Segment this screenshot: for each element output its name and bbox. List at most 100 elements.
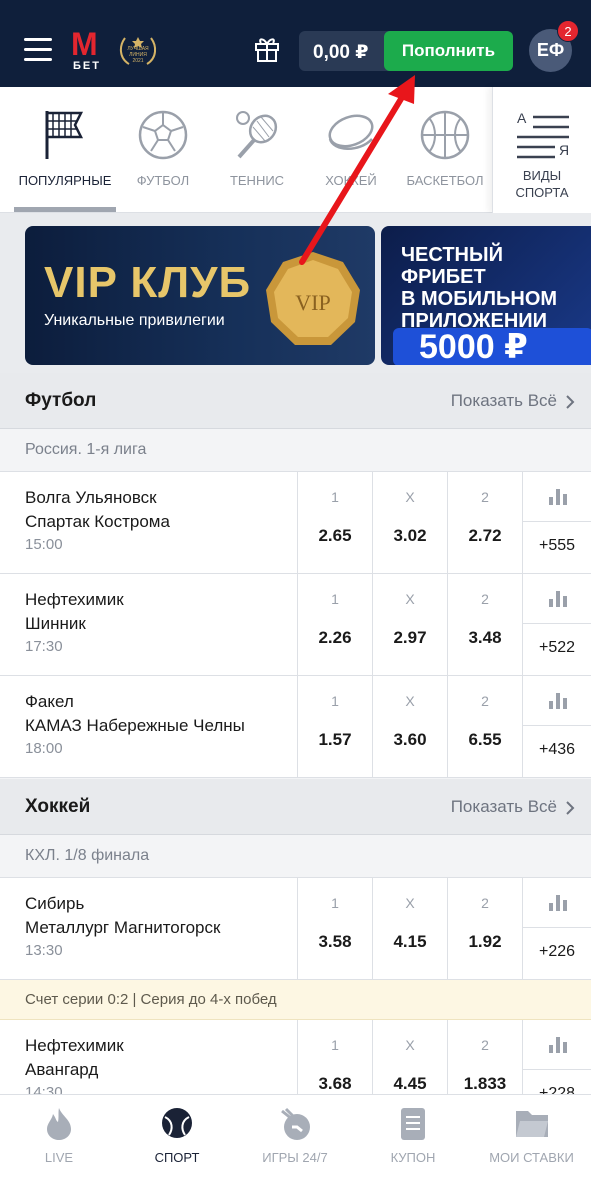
odd-home-button[interactable]: 1 1.57 [297,676,372,777]
odd-away-button[interactable]: 2 3.48 [447,574,522,675]
odd-label: 1 [331,693,339,709]
odd-away-button[interactable]: 2 6.55 [447,676,522,777]
balance-widget[interactable]: 0,00 ₽ Пополнить [299,31,513,71]
nav-sport[interactable]: СПОРТ [118,1095,236,1192]
bar-chart-icon [549,693,567,709]
show-all-link[interactable]: Показать Всё [451,391,557,411]
nav-games[interactable]: ИГРЫ 24/7 [236,1095,354,1192]
tab-tennis[interactable]: ТЕННИС [210,87,304,213]
flame-icon [47,1108,71,1140]
award-text: ЛУЧШАЯ ЛИНИЯ 2021 [127,46,149,64]
team-home: Нефтехимик [25,1036,124,1055]
match-time: 17:30 [25,638,63,655]
notification-badge: 2 [557,20,579,42]
odd-label: 2 [481,693,489,709]
stats-button[interactable] [523,1020,591,1070]
tab-label: ПОПУЛЯРНЫЕ [18,173,112,188]
odd-draw-button[interactable]: X 3.60 [372,676,447,777]
tab-popular[interactable]: ПОПУЛЯРНЫЕ [14,87,116,213]
odd-away-button[interactable]: 2 2.72 [447,472,522,573]
odd-label: 1 [331,489,339,505]
tab-hockey[interactable]: ХОККЕЙ [304,87,398,213]
tab-label: ХОККЕЙ [325,173,377,188]
team-home: Волга Ульяновск [25,488,157,507]
tab-label: БАСКЕТБОЛ [406,173,484,188]
vip-coin-icon: VIP [266,252,360,345]
stats-button[interactable] [523,472,591,522]
nav-my-bets[interactable]: МОИ СТАВКИ [472,1095,591,1192]
freebet-line2: ФРИБЕТ [401,266,486,288]
stats-button[interactable] [523,878,591,928]
nav-coupon[interactable]: КУПОН [354,1095,472,1192]
logo[interactable]: M [71,28,98,60]
team-home: Факел [25,692,74,711]
odd-value: 3.48 [468,628,502,647]
team-home: Сибирь [25,894,85,913]
hockey-puck-icon [328,114,374,150]
topup-button[interactable]: Пополнить [384,31,513,71]
match-row[interactable]: Волга Ульяновск Спартак Кострома 15:00 1… [0,472,591,574]
odd-label: X [405,895,415,911]
odd-value: 2.97 [393,628,427,647]
freebet-banner[interactable]: ЧЕСТНЫЙ ФРИБЕТ В МОБИЛЬНОМ ПРИЛОЖЕНИИ 50… [381,226,591,365]
odd-value: 3.58 [318,932,352,951]
tab-label: ФУТБОЛ [136,173,190,188]
team-away: Металлург Магнитогорск [25,918,221,937]
freebet-text: ЧЕСТНЫЙ ФРИБЕТ В МОБИЛЬНОМ ПРИЛОЖЕНИИ [401,244,557,332]
odd-draw-button[interactable]: X 4.15 [372,878,447,979]
show-all-link[interactable]: Показать Всё [451,797,557,817]
more-markets-button[interactable]: +226 [523,943,591,961]
nav-label: МОИ СТАВКИ [489,1150,574,1165]
sport-ball-icon [162,1108,192,1138]
tab-football[interactable]: ФУТБОЛ [116,87,210,213]
vip-coin-text: VIP [295,290,330,315]
hockey-section-header: Хоккей Показать Всё [0,779,591,835]
coupon-icon [401,1108,425,1140]
odd-away-button[interactable]: 2 1.92 [447,878,522,979]
odd-value: 6.55 [468,730,502,749]
tennis-racket-icon [236,111,278,159]
more-markets-button[interactable]: +436 [523,741,591,759]
odd-home-button[interactable]: 1 2.65 [297,472,372,573]
match-time: 18:00 [25,740,63,757]
nav-label: LIVE [44,1150,74,1165]
sport-kinds-button[interactable]: А Я ВИДЫ СПОРТА [492,87,591,213]
promo-carousel: VIP КЛУБ Уникальные привилегии VIP ЧЕСТН… [0,213,591,373]
tab-basketball[interactable]: БАСКЕТБОЛ [398,87,492,213]
vip-club-banner[interactable]: VIP КЛУБ Уникальные привилегии VIP [25,226,375,365]
active-tab-indicator [14,207,116,212]
odd-value: 1.833 [463,1074,507,1093]
sport-kinds-line1: ВИДЫ [522,168,562,183]
letter-ya: Я [559,142,569,158]
freebet-line1: ЧЕСТНЫЙ [401,244,503,266]
match-extra: +436 [522,676,591,777]
basketball-icon [420,110,470,160]
gift-icon[interactable] [254,35,280,63]
vip-subtitle: Уникальные привилегии [44,312,225,329]
match-row[interactable]: Сибирь Металлург Магнитогорск 13:30 1 3.5… [0,878,591,980]
odd-value: 1.92 [468,932,502,951]
stats-button[interactable] [523,574,591,624]
bottom-nav: LIVE СПОРТ ИГРЫ 24/7 КУПОН МОИ СТАВКИ [0,1094,591,1192]
nav-live[interactable]: LIVE [0,1095,118,1192]
odd-home-button[interactable]: 1 3.58 [297,878,372,979]
freebet-line3: В МОБИЛЬНОМ [401,288,558,310]
more-markets-button[interactable]: +555 [523,537,591,555]
odd-label: 2 [481,895,489,911]
bar-chart-icon [549,591,567,607]
nav-label: ИГРЫ 24/7 [262,1150,328,1165]
match-row[interactable]: Нефтехимик Шинник 17:30 1 2.26 X 2.97 2 3.4… [0,574,591,676]
stats-button[interactable] [523,676,591,726]
letter-a: А [517,110,527,126]
odd-value: 3.02 [393,526,427,545]
odd-draw-button[interactable]: X 3.02 [372,472,447,573]
bar-chart-icon [549,895,567,911]
league-header: КХЛ. 1/8 финала [0,835,591,878]
menu-icon[interactable] [24,38,52,62]
more-markets-button[interactable]: +522 [523,639,591,657]
match-row[interactable]: Факел КАМАЗ Набережные Челны 18:00 1 1.57… [0,676,591,778]
odd-draw-button[interactable]: X 2.97 [372,574,447,675]
odd-home-button[interactable]: 1 2.26 [297,574,372,675]
team-away: Спартак Кострома [25,512,170,531]
soccer-ball-icon [138,110,188,160]
